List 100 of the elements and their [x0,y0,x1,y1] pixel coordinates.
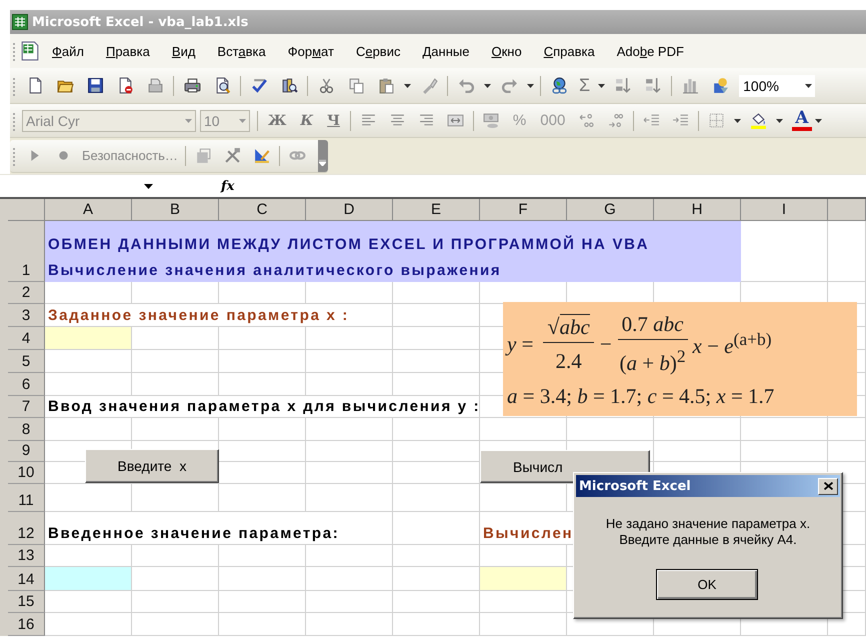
table-cell[interactable] [741,441,828,462]
table-cell[interactable] [219,418,306,441]
toolbar-grip[interactable] [12,110,16,130]
table-cell[interactable] [393,327,480,350]
row-header[interactable]: 9 [8,441,45,462]
table-cell[interactable] [306,327,393,350]
table-cell[interactable] [480,418,567,441]
table-cell[interactable] [132,545,219,567]
table-cell[interactable] [45,613,132,636]
row-header[interactable]: 2 [8,282,45,304]
caret-icon[interactable] [814,118,822,122]
menu-item[interactable]: Окно [491,44,522,58]
tools-icon[interactable] [224,147,241,164]
column-header[interactable]: E [393,199,480,221]
column-header[interactable]: A [45,199,132,221]
ruler-pencil-icon[interactable] [252,147,270,164]
table-cell[interactable] [45,350,132,373]
row-header[interactable]: 12 [8,512,45,545]
scissors-icon[interactable] [318,77,334,94]
column-header[interactable]: I [741,199,828,221]
ok-button[interactable]: OK [656,569,758,600]
table-cell[interactable] [306,613,393,636]
column-header[interactable]: C [219,199,306,221]
column-header[interactable]: B [132,199,219,221]
table-cell[interactable] [45,327,132,350]
row-header[interactable]: 11 [8,484,45,512]
table-cell[interactable] [393,613,480,636]
toolbox-icon[interactable] [194,147,212,164]
table-cell[interactable] [306,350,393,373]
clipboard-icon[interactable] [378,77,394,94]
column-header[interactable] [828,199,866,221]
table-cell[interactable] [828,441,866,462]
table-cell[interactable] [306,441,393,462]
row-header[interactable]: 5 [8,350,45,373]
table-cell[interactable] [219,613,306,636]
table-cell[interactable] [828,418,866,441]
table-cell[interactable] [828,221,866,282]
table-cell[interactable] [393,484,480,512]
caret-icon[interactable] [598,84,606,88]
document-stop-icon[interactable] [116,77,134,94]
redo-icon[interactable] [500,77,518,94]
table-cell[interactable]: Ввод значения параметра x для вычисления y : [45,396,480,418]
table-cell[interactable] [132,373,219,396]
caret-icon[interactable] [527,84,534,88]
table-cell[interactable] [306,545,393,567]
insert-function-button[interactable]: fx [221,178,234,194]
menu-item[interactable]: Adobe PDF [616,44,684,58]
table-cell[interactable] [45,567,132,591]
table-cell[interactable] [45,484,132,512]
italic-button[interactable]: К [293,112,320,128]
caret-icon[interactable] [484,84,491,88]
table-cell[interactable] [219,373,306,396]
row-header[interactable]: 6 [8,373,45,396]
table-cell[interactable] [45,591,132,613]
table-cell[interactable] [480,591,567,613]
menu-item[interactable]: Вставка [217,44,266,58]
select-all-corner[interactable] [8,199,45,221]
column-header[interactable]: H [654,199,741,221]
menu-item[interactable]: Файл [52,44,84,58]
table-cell[interactable] [219,567,306,591]
row-header[interactable]: 16 [8,613,45,636]
column-header[interactable]: D [306,199,393,221]
bold-button[interactable]: Ж [261,112,294,128]
copy-icon[interactable] [348,77,364,94]
row-header[interactable]: 8 [8,418,45,441]
menu-item[interactable]: Справка [544,44,595,58]
table-cell[interactable] [219,591,306,613]
font-color-button[interactable]: A [792,110,812,131]
table-cell[interactable] [654,418,741,441]
table-cell[interactable] [45,418,132,441]
sort-descending-icon[interactable] [644,77,662,94]
sum-button[interactable]: Σ [574,75,596,96]
table-cell[interactable] [393,350,480,373]
close-button[interactable] [818,478,838,494]
checkmark-icon[interactable] [250,77,268,94]
increase-decimal-icon[interactable] [578,112,596,129]
document-icon[interactable] [26,77,44,94]
menu-item[interactable]: Сервис [356,44,400,58]
caret-icon[interactable] [404,84,411,88]
column-header[interactable]: G [567,199,654,221]
menu-item[interactable]: Данные [422,44,470,58]
caret-icon[interactable] [776,118,784,122]
banknote-icon[interactable] [482,112,500,129]
brush-icon[interactable] [420,77,438,94]
sort-ascending-icon[interactable] [614,77,632,94]
printer-icon[interactable] [184,77,200,94]
table-cell[interactable] [132,484,219,512]
table-cell[interactable] [306,567,393,591]
table-cell[interactable] [219,327,306,350]
table-cell[interactable] [132,613,219,636]
table-cell[interactable] [306,373,393,396]
caret-icon[interactable] [144,184,153,188]
table-cell[interactable] [219,350,306,373]
table-cell[interactable] [306,418,393,441]
table-cell[interactable] [306,591,393,613]
table-cell[interactable] [132,418,219,441]
toolbar-grip[interactable] [12,76,16,96]
table-cell[interactable] [306,462,393,484]
row-header[interactable]: 3 [8,304,45,327]
menu-item[interactable]: Правка [106,44,150,58]
